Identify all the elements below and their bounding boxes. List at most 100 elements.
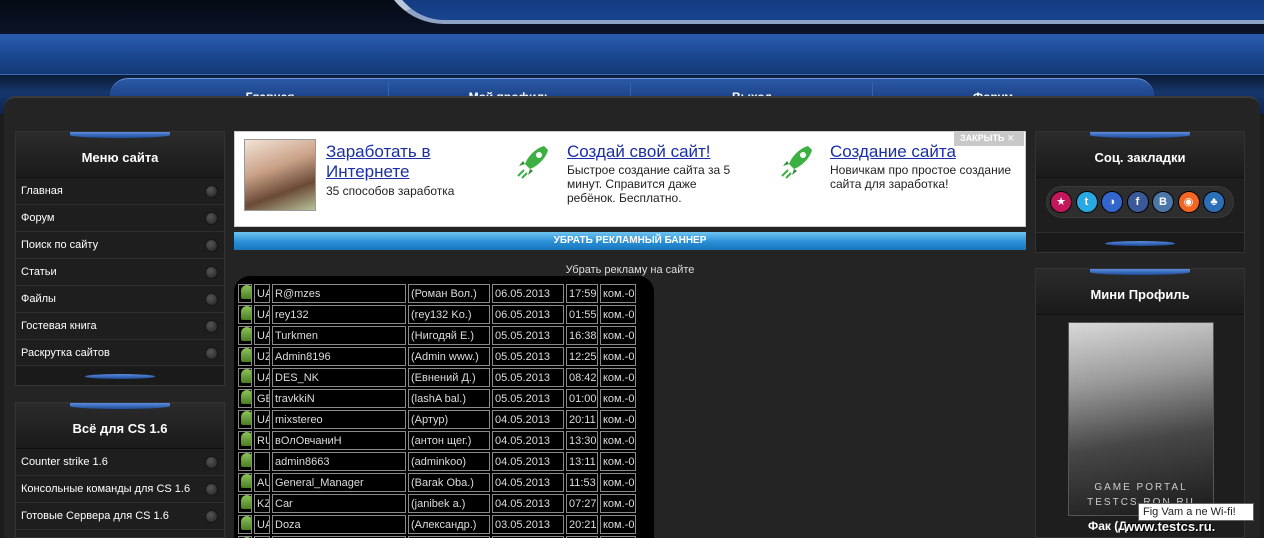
user-reg-time: 08:42	[566, 368, 598, 387]
twitter-icon[interactable]: t	[1075, 191, 1098, 213]
user-login[interactable]: вОлОвчаниН	[272, 431, 406, 450]
menu-item-articles[interactable]: Статьи	[16, 259, 224, 286]
user-real-name: (Роман Вол.)	[408, 284, 490, 303]
bullet-icon	[205, 347, 218, 360]
user-comments: ком.-0	[600, 368, 636, 387]
user-reg-time: 11:53	[566, 473, 598, 492]
remove-banner-button[interactable]: УБРАТЬ РЕКЛАМНЫЙ БАННЕР	[234, 232, 1026, 250]
user-reg-date: 04.05.2013	[492, 452, 564, 471]
bullet-icon	[205, 266, 218, 279]
avatar-caption: GAME PORTAL	[1094, 482, 1188, 493]
user-icon	[241, 495, 251, 509]
profile-user-name[interactable]: Фак (Д	[1088, 519, 1127, 533]
user-icon	[241, 453, 251, 467]
menu-item-ready-servers[interactable]: Готовые Сервера для CS 1.6	[16, 503, 224, 530]
user-reg-date: 05.05.2013	[492, 389, 564, 408]
user-reg-date: 05.05.2013	[492, 347, 564, 366]
table-row: UATurkmen(Нигодяй Е.)05.05.201316:38ком.…	[238, 326, 636, 345]
menu-item-label: Форум	[21, 212, 55, 224]
user-login[interactable]: General_Manager	[272, 473, 406, 492]
menu-item-search[interactable]: Поиск по сайту	[16, 232, 224, 259]
user-country: RU	[254, 431, 270, 450]
menu-item-label: Статьи	[21, 266, 57, 278]
ad-link-site-creation[interactable]: Создание сайта	[830, 142, 1020, 162]
remove-ads-link[interactable]: Убрать рекламу на сайте	[230, 264, 1030, 276]
user-real-name: (Admin www.)	[408, 347, 490, 366]
cs-menu-block: Всё для CS 1.6 Counter strike 1.6 Консол…	[15, 402, 225, 538]
user-icon	[241, 516, 251, 530]
table-row: UZAdmin8196(Admin www.)05.05.201312:25ко…	[238, 347, 636, 366]
header-top	[0, 0, 1264, 34]
user-reg-time: 13:30	[566, 431, 598, 450]
user-country: AU	[254, 473, 270, 492]
user-reg-time: 07:27	[566, 494, 598, 513]
user-login[interactable]: mixstereo	[272, 410, 406, 429]
user-icon	[241, 411, 251, 425]
user-reg-date: 04.05.2013	[492, 410, 564, 429]
user-icon	[238, 452, 252, 471]
user-reg-date: 05.05.2013	[492, 326, 564, 345]
user-login[interactable]: Admin8196	[272, 347, 406, 366]
ad-link-create-site[interactable]: Создай свой сайт!	[567, 142, 767, 162]
social-bookmarks-title: Соц. закладки	[1094, 150, 1186, 165]
sitemap-icon[interactable]: ♣	[1203, 191, 1225, 213]
user-comments: ком.-0	[600, 515, 636, 534]
user-real-name: (adminkoo)	[408, 452, 490, 471]
user-icon	[241, 348, 251, 362]
user-real-name: (rey132 Ko.)	[408, 305, 490, 324]
user-real-name: (Barak Oba.)	[408, 473, 490, 492]
menu-item-console-commands[interactable]: Консольные команды для CS 1.6	[16, 476, 224, 503]
user-login[interactable]: DES_NK	[272, 368, 406, 387]
table-row: KZ Car (janibek a.) 04.05.2013 07:27 ком.-0	[238, 494, 636, 513]
user-icon	[241, 369, 251, 383]
facebook-icon[interactable]: f	[1126, 191, 1149, 213]
user-icon	[238, 326, 252, 345]
menu-item-guestbook[interactable]: Гостевая книга	[16, 313, 224, 340]
user-comments: ком.-0	[600, 389, 636, 408]
ad-link-earn[interactable]: Заработать в Интернете	[326, 142, 486, 182]
rocket-icon	[517, 146, 548, 179]
user-icon	[241, 390, 251, 404]
menu-item-home[interactable]: Главная	[16, 178, 224, 205]
social-bookmarks-header: Соц. закладки	[1036, 132, 1244, 178]
user-real-name: (Евнений Д.)	[408, 368, 490, 387]
cs-menu-title: Всё для CS 1.6	[72, 421, 168, 436]
menu-item-promotion[interactable]: Раскрутка сайтов	[16, 340, 224, 367]
menu-item-files[interactable]: Файлы	[16, 286, 224, 313]
menu-item-cs16[interactable]: Counter strike 1.6	[16, 449, 224, 476]
user-login[interactable]: R@mzes	[272, 284, 406, 303]
user-reg-time: 20:11	[566, 410, 598, 429]
menu-item-label: Раскрутка сайтов	[21, 347, 110, 359]
user-login[interactable]: rey132	[272, 305, 406, 324]
user-country: UA	[254, 368, 270, 387]
user-login[interactable]: admin8663	[272, 452, 406, 471]
user-login[interactable]: travkkiN	[272, 389, 406, 408]
user-icon	[241, 306, 251, 320]
mini-profile-header: Мини Профиль	[1036, 269, 1244, 315]
new-users-table: UAR@mzes(Роман Вол.)06.05.201317:59ком.-…	[236, 282, 638, 538]
user-icon	[238, 515, 252, 534]
rss-icon[interactable]: ◉	[1177, 191, 1200, 213]
user-reg-date: 06.05.2013	[492, 305, 564, 324]
user-login[interactable]: Car	[272, 494, 406, 513]
menu-item-label: Поиск по сайту	[21, 239, 99, 251]
user-icon	[238, 305, 252, 324]
user-reg-time: 12:25	[566, 347, 598, 366]
user-login[interactable]: Turkmen	[272, 326, 406, 345]
bullet-icon	[205, 456, 218, 469]
menu-item-label: Главная	[21, 185, 63, 197]
user-icon	[238, 368, 252, 387]
vkontakte-icon[interactable]: B	[1152, 191, 1174, 213]
bullet-icon	[205, 320, 218, 333]
delicious-icon[interactable]: ◑	[1101, 191, 1123, 213]
menu-item-forum[interactable]: Форум	[16, 205, 224, 232]
user-login[interactable]: Doza	[272, 515, 406, 534]
bullet-icon	[205, 293, 218, 306]
bookmark-star-icon[interactable]: ★	[1050, 191, 1072, 213]
user-reg-date: 04.05.2013	[492, 494, 564, 513]
user-comments: ком.-0	[600, 494, 636, 513]
user-comments: ком.-0	[600, 326, 636, 345]
user-icon	[241, 474, 251, 488]
user-comments: ком.-0	[600, 452, 636, 471]
user-real-name: (Нигодяй Е.)	[408, 326, 490, 345]
